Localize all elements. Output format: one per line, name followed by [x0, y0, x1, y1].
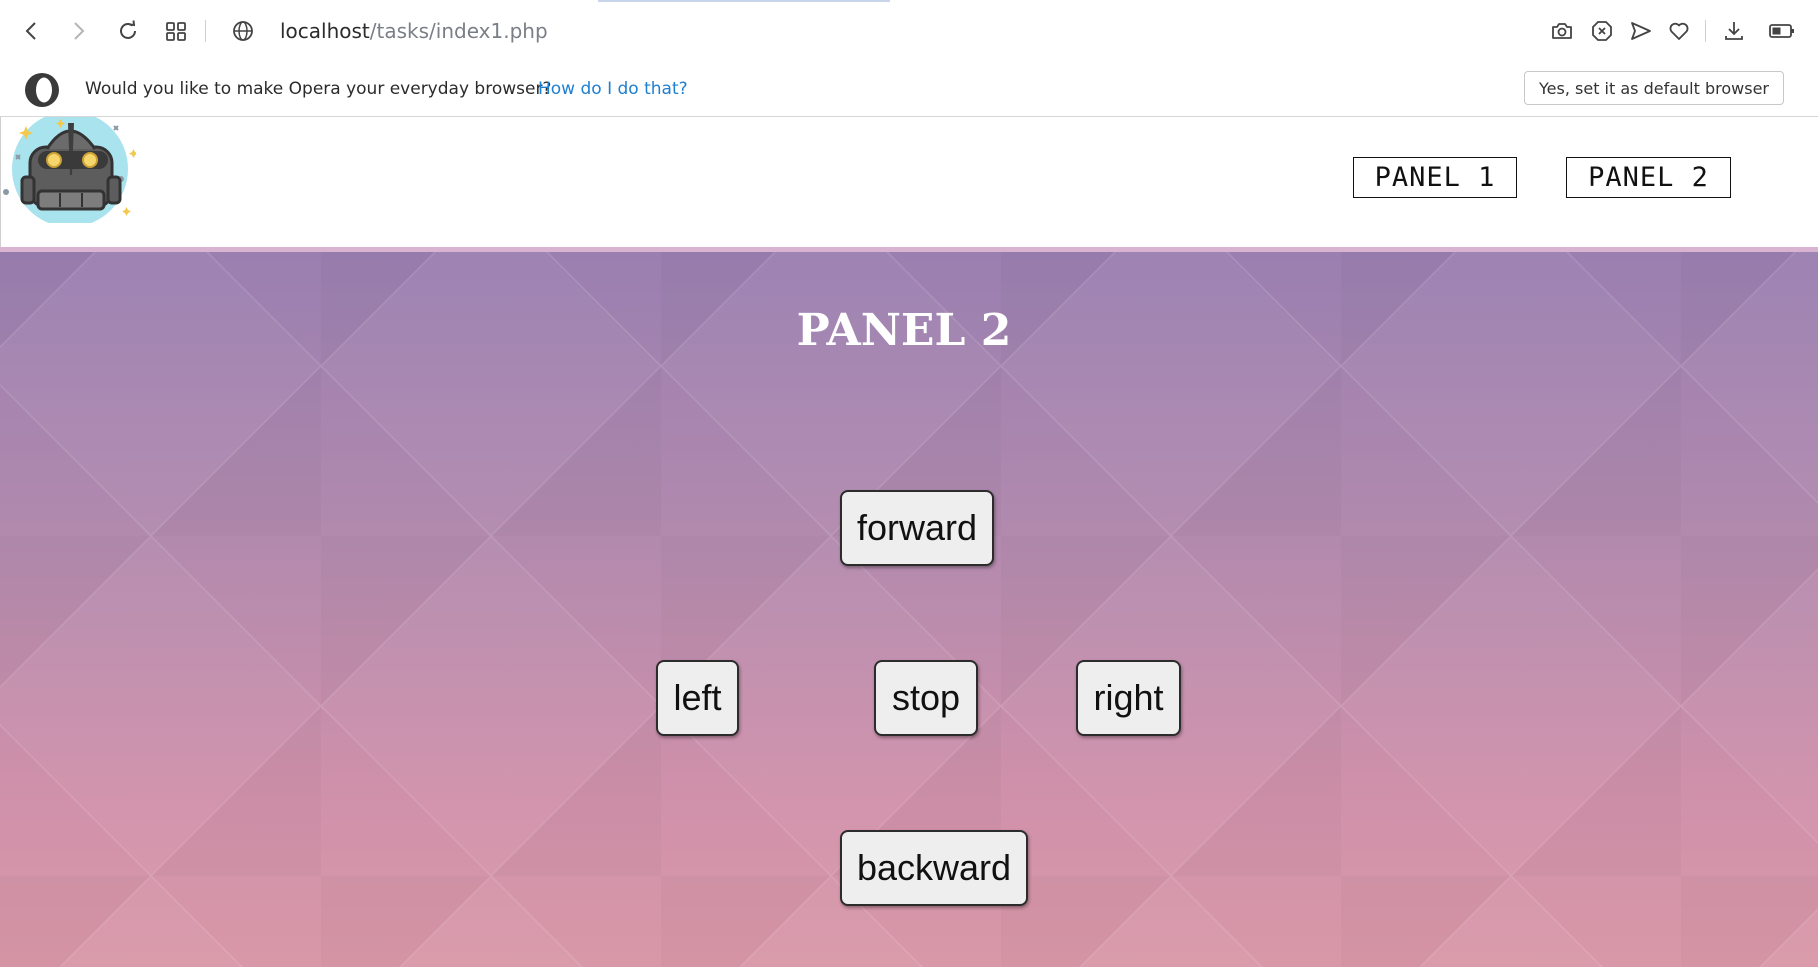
toolbar-divider-right [1705, 20, 1706, 42]
forward-button[interactable]: forward [840, 490, 994, 566]
how-do-i-link[interactable]: How do I do that? [538, 77, 688, 101]
reload-icon[interactable] [112, 15, 144, 47]
control-panel: PANEL 2 forward left stop right backward [0, 252, 1818, 967]
robot-logo [2, 111, 138, 227]
right-button[interactable]: right [1076, 660, 1181, 736]
toolbar-divider [205, 20, 206, 42]
send-icon[interactable] [1625, 15, 1657, 47]
opera-logo-icon [24, 72, 60, 108]
download-icon[interactable] [1718, 15, 1750, 47]
url-path: /tasks/index1.php [369, 19, 548, 43]
backward-button[interactable]: backward [840, 830, 1028, 906]
address-bar-url[interactable]: localhost/tasks/index1.php [280, 17, 548, 45]
back-icon[interactable] [16, 15, 48, 47]
left-button[interactable]: left [656, 660, 739, 736]
url-host: localhost [280, 19, 370, 43]
heart-icon[interactable] [1663, 15, 1695, 47]
panel-title: PANEL 2 [796, 305, 1012, 356]
site-header [0, 117, 1818, 247]
adblock-icon[interactable] [1586, 15, 1618, 47]
globe-icon[interactable] [227, 15, 259, 47]
battery-icon[interactable] [1766, 15, 1798, 47]
tabs-grid-icon[interactable] [160, 15, 192, 47]
page-load-indicator [598, 0, 890, 2]
forward-icon[interactable] [62, 15, 94, 47]
set-default-browser-button[interactable]: Yes, set it as default browser [1524, 71, 1784, 105]
default-browser-infobar: Would you like to make Opera your everyd… [0, 61, 1818, 117]
camera-icon[interactable] [1546, 15, 1578, 47]
nav-panel-1-button[interactable]: PANEL 1 [1353, 157, 1517, 198]
browser-toolbar: localhost/tasks/index1.php [0, 0, 1818, 61]
nav-panel-2-button[interactable]: PANEL 2 [1566, 157, 1731, 198]
infobar-message: Would you like to make Opera your everyd… [85, 79, 552, 99]
stop-button[interactable]: stop [874, 660, 978, 736]
